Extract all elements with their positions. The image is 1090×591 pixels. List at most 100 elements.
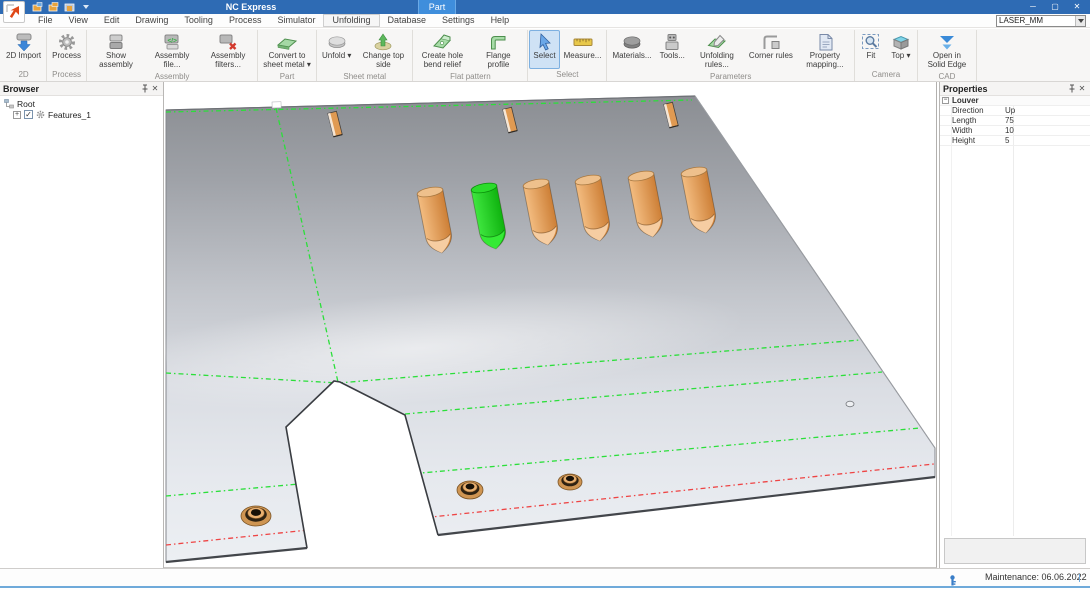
- ribbon-group-label: 2D: [2, 69, 45, 81]
- ribbon-button-label: Materials...: [612, 52, 651, 61]
- ribbon-button-property-mapping[interactable]: Property mapping...: [797, 30, 853, 71]
- property-value-length[interactable]: 75: [1001, 116, 1090, 125]
- svg-text:</>: </>: [168, 38, 178, 45]
- tree-item-root-label: Root: [17, 99, 35, 109]
- ribbon-button-create-hole-bend-relief[interactable]: Create hole bend relief: [414, 30, 470, 71]
- property-name-width: Width: [940, 126, 1001, 135]
- menu-item-settings[interactable]: Settings: [434, 14, 483, 27]
- statusbar: Maintenance: 06.06.2022: [0, 568, 1090, 586]
- menu-item-help[interactable]: Help: [483, 14, 518, 27]
- features-checkbox[interactable]: ✓: [24, 110, 33, 119]
- show-assembly-icon: [105, 32, 127, 52]
- ribbon-button-label: Property mapping...: [801, 52, 849, 70]
- ribbon-button-label: Unfolding rules...: [693, 52, 741, 70]
- close-button[interactable]: ✕: [1066, 0, 1088, 14]
- ribbon-button-label: Flange profile: [474, 52, 522, 70]
- property-value-direction[interactable]: Up: [1001, 106, 1090, 115]
- property-group-row[interactable]: − Louver: [940, 96, 1090, 106]
- pin-icon[interactable]: [1067, 84, 1077, 94]
- property-mapping-icon: [814, 32, 836, 52]
- viewport-3d[interactable]: [164, 82, 937, 568]
- property-name-height: Height: [940, 136, 1001, 145]
- close-panel-icon[interactable]: ✕: [150, 84, 160, 94]
- property-value-height[interactable]: 5: [1001, 136, 1090, 145]
- window-bottom-border: [0, 586, 1090, 591]
- window-controls: ─ ▢ ✕: [1022, 0, 1088, 14]
- close-panel-icon[interactable]: ✕: [1077, 84, 1087, 94]
- ribbon-button-unfolding-rules[interactable]: Unfolding rules...: [689, 30, 745, 71]
- ribbon-button-label: Change top side: [359, 52, 407, 70]
- ribbon-button-2d-import[interactable]: 2D Import: [2, 30, 45, 69]
- browser-panel-header: Browser ✕: [0, 82, 163, 96]
- ribbon-button-label: Unfold ▾: [322, 52, 351, 61]
- quick-access-icon-3[interactable]: [64, 2, 75, 12]
- ribbon-button-assembly-file[interactable]: </>Assembly file...: [144, 30, 200, 71]
- grid-column-divider: [1013, 96, 1014, 536]
- tab-part[interactable]: Part: [418, 0, 456, 14]
- process-icon: [56, 32, 78, 52]
- ribbon-button-label: Open in Solid Edge: [923, 52, 971, 70]
- machine-profile-select[interactable]: LASER_MM: [996, 15, 1086, 27]
- ribbon-button-process[interactable]: Process: [48, 30, 85, 69]
- ribbon-button-label: Create hole bend relief: [418, 52, 466, 70]
- grid-gutter-line: [951, 96, 952, 536]
- menu-item-tooling[interactable]: Tooling: [176, 14, 221, 27]
- assembly-file-icon: </>: [161, 32, 183, 52]
- unfolding-rules-icon: [706, 32, 728, 52]
- ribbon-button-convert-to-sheet-metal[interactable]: Convert to sheet metal ▾: [259, 30, 315, 71]
- sheet-metal-scene[interactable]: [164, 82, 936, 567]
- ribbon-button-measure[interactable]: Measure...: [560, 30, 606, 69]
- menu-item-drawing[interactable]: Drawing: [127, 14, 176, 27]
- pierce-hole[interactable]: [846, 401, 854, 407]
- expand-plus-icon[interactable]: +: [13, 111, 21, 119]
- properties-preview-box: [944, 538, 1086, 564]
- ribbon-group-label: Camera: [856, 69, 916, 81]
- ribbon-button-open-in-solid-edge[interactable]: Open in Solid Edge: [919, 30, 975, 71]
- ribbon-button-tools[interactable]: Tools...: [656, 30, 689, 71]
- ribbon-button-label: Convert to sheet metal ▾: [263, 52, 311, 70]
- menu-item-unfolding[interactable]: Unfolding: [323, 14, 379, 27]
- ribbon-button-materials[interactable]: Materials...: [608, 30, 655, 71]
- ribbon-group-label: Process: [48, 69, 85, 81]
- property-value-width[interactable]: 10: [1001, 126, 1090, 135]
- tree-item-features[interactable]: + ✓ Features_1: [4, 109, 163, 120]
- extruded-hole[interactable]: [558, 474, 582, 490]
- ribbon-button-select[interactable]: Select: [529, 30, 559, 69]
- ribbon-group-part: Convert to sheet metal ▾Part: [258, 30, 317, 81]
- ribbon-button-top[interactable]: Top ▾: [886, 30, 916, 69]
- menu-item-database[interactable]: Database: [380, 14, 435, 27]
- minimize-button[interactable]: ─: [1022, 0, 1044, 14]
- combo-dropdown-button[interactable]: [1075, 16, 1085, 26]
- ribbon-button-flange-profile[interactable]: Flange profile: [470, 30, 526, 71]
- extruded-hole[interactable]: [241, 506, 271, 526]
- properties-panel-title: Properties: [943, 84, 1067, 94]
- collapse-icon[interactable]: −: [942, 97, 949, 104]
- ribbon-button-unfold[interactable]: Unfold ▾: [318, 30, 355, 71]
- pin-icon[interactable]: [140, 84, 150, 94]
- quick-access-dropdown-icon[interactable]: [83, 5, 89, 9]
- window-title: NC Express: [186, 0, 316, 14]
- ribbon-button-show-assembly[interactable]: Show assembly: [88, 30, 144, 71]
- extruded-hole[interactable]: [457, 481, 483, 499]
- quick-access-icon-2[interactable]: [48, 2, 59, 12]
- ribbon-button-label: 2D Import: [6, 52, 41, 61]
- tree-item-features-label: Features_1: [48, 110, 91, 120]
- menu-item-view[interactable]: View: [61, 14, 96, 27]
- menu-item-edit[interactable]: Edit: [96, 14, 128, 27]
- app-window: NC Express Part ─ ▢ ✕ FileViewEditDrawin…: [0, 0, 1090, 591]
- browser-tree: Root + ✓ Features_1: [0, 96, 163, 120]
- fit-icon: [860, 32, 882, 52]
- quick-access-icon-1[interactable]: [32, 2, 43, 12]
- maximize-button[interactable]: ▢: [1044, 0, 1066, 14]
- menu-item-simulator[interactable]: Simulator: [269, 14, 323, 27]
- ribbon-button-corner-rules[interactable]: Corner rules: [745, 30, 797, 71]
- ribbon-button-change-top-side[interactable]: Change top side: [355, 30, 411, 71]
- ribbon-button-fit[interactable]: Fit: [856, 30, 886, 69]
- menu-item-file[interactable]: File: [30, 14, 61, 27]
- ribbon-button-assembly-filters[interactable]: Assembly filters...: [200, 30, 256, 71]
- ribbon-button-label: Measure...: [564, 52, 602, 61]
- tree-item-root[interactable]: Root: [4, 98, 163, 109]
- app-logo-icon[interactable]: [3, 1, 25, 23]
- top-view-icon: [890, 32, 912, 52]
- menu-item-process[interactable]: Process: [221, 14, 270, 27]
